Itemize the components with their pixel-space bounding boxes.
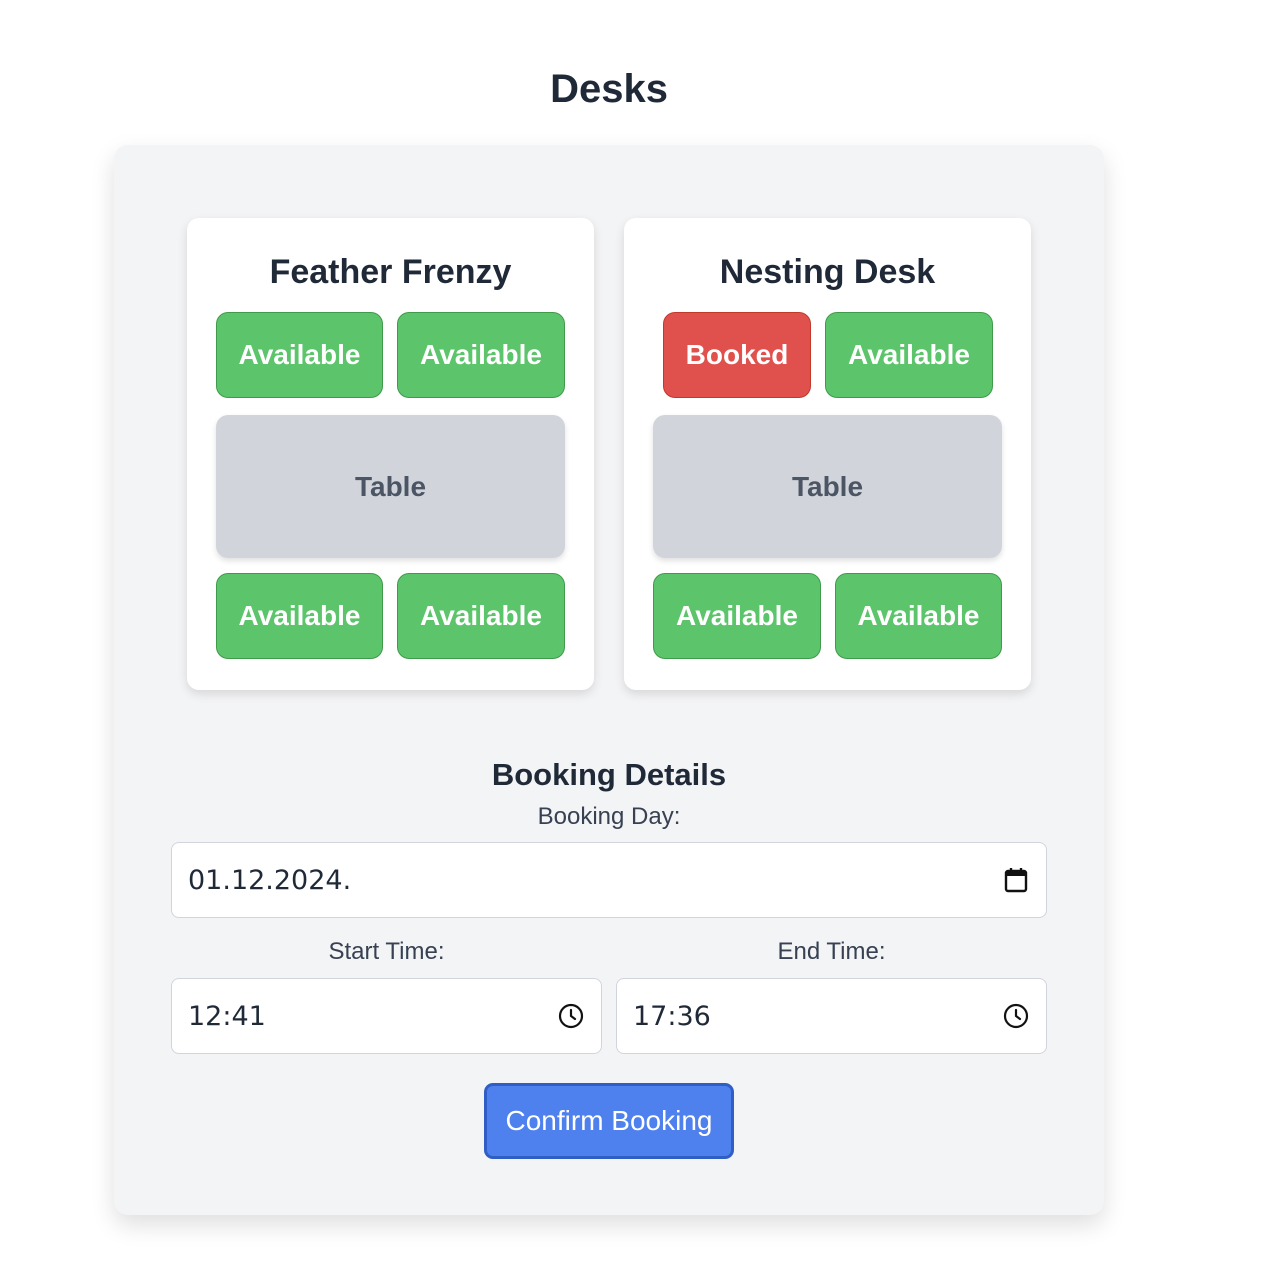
booking-day-input[interactable]: 01.12.2024. bbox=[171, 842, 1047, 918]
seat-top-right[interactable]: Available bbox=[397, 312, 565, 398]
seat-bottom-left[interactable]: Available bbox=[216, 573, 383, 659]
desk-name: Nesting Desk bbox=[719, 253, 936, 291]
end-time-input[interactable]: 17:36 bbox=[616, 978, 1047, 1054]
booking-panel: Feather Frenzy Available Available Table… bbox=[114, 145, 1104, 1215]
desk-table: Table bbox=[653, 415, 1002, 558]
page-title: Desks bbox=[550, 67, 668, 111]
start-time-input[interactable]: 12:41 bbox=[171, 978, 602, 1054]
desk-card-nesting-desk: Nesting Desk Booked Available Table Avai… bbox=[624, 218, 1031, 690]
seat-top-right[interactable]: Available bbox=[825, 312, 993, 398]
booking-day-value: 01.12.2024. bbox=[188, 864, 352, 896]
clock-icon[interactable] bbox=[1002, 1002, 1030, 1030]
seat-bottom-right[interactable]: Available bbox=[835, 573, 1002, 659]
booking-day-label: Booking Day: bbox=[537, 803, 681, 830]
calendar-icon[interactable] bbox=[1002, 866, 1030, 894]
seat-bottom-left[interactable]: Available bbox=[653, 573, 821, 659]
booking-details-title: Booking Details bbox=[491, 757, 727, 792]
end-time-label: End Time: bbox=[777, 938, 886, 965]
seat-top-left[interactable]: Booked bbox=[663, 312, 811, 398]
desk-card-feather-frenzy: Feather Frenzy Available Available Table… bbox=[187, 218, 594, 690]
confirm-booking-button[interactable]: Confirm Booking bbox=[484, 1083, 734, 1159]
seat-top-left[interactable]: Available bbox=[216, 312, 383, 398]
desk-name: Feather Frenzy bbox=[269, 253, 512, 291]
start-time-value: 12:41 bbox=[188, 1000, 266, 1032]
end-time-value: 17:36 bbox=[633, 1000, 711, 1032]
desk-table: Table bbox=[216, 415, 565, 558]
clock-icon[interactable] bbox=[557, 1002, 585, 1030]
seat-bottom-right[interactable]: Available bbox=[397, 573, 565, 659]
start-time-label: Start Time: bbox=[328, 938, 445, 965]
